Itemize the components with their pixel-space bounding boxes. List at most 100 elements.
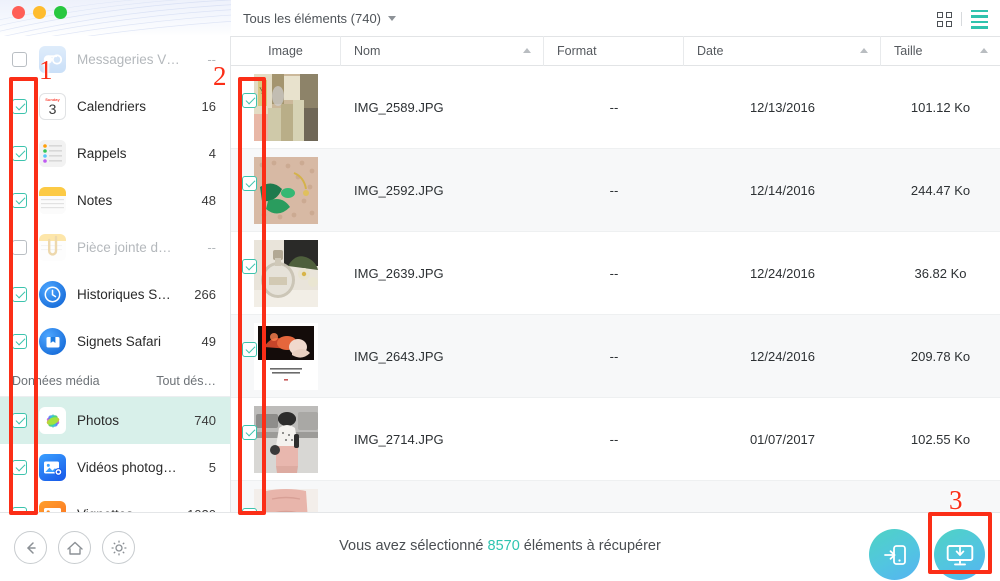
footer-bar: Vous avez sélectionné 8570 éléments à ré… bbox=[0, 512, 1000, 581]
sidebar-checkbox-safari-bookmarks[interactable] bbox=[12, 334, 27, 349]
sidebar-item-count: 48 bbox=[201, 193, 216, 208]
sidebar-item-label: Pièce jointe d… bbox=[77, 240, 172, 255]
main-content-panel: Tous les éléments (740) Image Nom Format… bbox=[231, 0, 1000, 512]
reminders-icon bbox=[39, 140, 66, 167]
table-row[interactable] bbox=[231, 481, 1000, 512]
sidebar-item-calendars[interactable]: Sunday 3 Calendriers 16 bbox=[0, 83, 230, 130]
row-checkbox[interactable] bbox=[242, 425, 257, 440]
column-header-nom[interactable]: Nom bbox=[341, 36, 544, 66]
table-body[interactable]: Y IMG_2589.JPG -- 12/13/2016 101.12 Ko I… bbox=[231, 66, 1000, 512]
sidebar-checkbox-reminders[interactable] bbox=[12, 146, 27, 161]
sidebar-item-photo-videos[interactable]: Vidéos photog… 5 bbox=[0, 444, 230, 491]
sidebar-item-label: Calendriers bbox=[77, 99, 147, 114]
items-filter-label: Tous les éléments (740) bbox=[243, 10, 382, 26]
sidebar-checkbox-photo-videos[interactable] bbox=[12, 460, 27, 475]
items-filter-dropdown[interactable]: Tous les éléments (740) bbox=[243, 10, 397, 26]
row-size: 209.78 Ko bbox=[910, 348, 971, 364]
export-to-device-icon bbox=[883, 544, 906, 565]
sidebar-item-voicemail[interactable]: Messageries V… -- bbox=[0, 36, 230, 83]
status-count: 8570 bbox=[487, 538, 520, 554]
voicemail-icon bbox=[39, 46, 66, 73]
row-date: 12/14/2016 bbox=[749, 182, 816, 198]
export-to-computer-icon bbox=[946, 545, 973, 566]
sidebar-item-safari-history[interactable]: Historiques S… 266 bbox=[0, 271, 230, 318]
row-format: -- bbox=[609, 431, 619, 447]
sidebar-item-label: Photos bbox=[77, 413, 120, 428]
table-row[interactable]: Y IMG_2589.JPG -- 12/13/2016 101.12 Ko bbox=[231, 66, 1000, 149]
row-checkbox[interactable] bbox=[242, 259, 257, 274]
sidebar-item-label: Vidéos photog… bbox=[77, 460, 177, 475]
sidebar-item-reminders[interactable]: Rappels 4 bbox=[0, 130, 230, 177]
row-date: 12/24/2016 bbox=[749, 348, 816, 364]
sidebar-item-count: 740 bbox=[194, 413, 216, 428]
export-to-device-button[interactable] bbox=[869, 529, 920, 580]
thumbnail-image bbox=[254, 156, 318, 224]
row-format: -- bbox=[609, 348, 619, 364]
toolbar-divider bbox=[961, 12, 962, 27]
grid-view-icon[interactable] bbox=[937, 11, 952, 27]
sidebar-item-label: Rappels bbox=[77, 146, 127, 161]
table-row[interactable]: IMG_2639.JPG -- 12/24/2016 36.82 Ko bbox=[231, 232, 1000, 315]
view-mode-toggle[interactable] bbox=[937, 10, 988, 29]
row-name: IMG_2714.JPG bbox=[354, 431, 444, 447]
status-prefix: Vous avez sélectionné bbox=[339, 538, 488, 554]
thumbnails-icon bbox=[39, 501, 66, 512]
sidebar-item-safari-bookmarks[interactable]: Signets Safari 49 bbox=[0, 318, 230, 365]
row-checkbox[interactable] bbox=[242, 93, 257, 108]
column-header-date[interactable]: Date bbox=[684, 36, 881, 66]
export-to-computer-button[interactable] bbox=[934, 529, 985, 580]
sidebar-checkbox-notes[interactable] bbox=[12, 193, 27, 208]
column-header-image[interactable]: Image bbox=[231, 36, 341, 66]
sidebar-item-label: Historiques S… bbox=[77, 287, 171, 302]
sort-ascending-icon bbox=[980, 48, 988, 53]
column-header-taille[interactable]: Taille bbox=[881, 36, 1000, 66]
row-checkbox[interactable] bbox=[242, 342, 257, 357]
sidebar-checkbox-safari-history[interactable] bbox=[12, 287, 27, 302]
photos-icon bbox=[39, 407, 66, 434]
sidebar-group-media: Données média Tout dés… bbox=[0, 365, 230, 397]
sidebar-item-notes[interactable]: Notes 48 bbox=[0, 177, 230, 224]
table-row[interactable]: IMG_2592.JPG -- 12/14/2016 244.47 Ko bbox=[231, 149, 1000, 232]
close-window-button[interactable] bbox=[12, 6, 25, 19]
deselect-all-link[interactable]: Tout dés… bbox=[156, 374, 216, 388]
table-row[interactable]: IMG_2714.JPG -- 01/07/2017 102.55 Ko bbox=[231, 398, 1000, 481]
row-format: -- bbox=[609, 99, 619, 115]
list-view-icon[interactable] bbox=[971, 10, 988, 29]
table-header-row: Image Nom Format Date Taille bbox=[231, 36, 1000, 66]
sidebar-checkbox-attachment[interactable] bbox=[12, 240, 27, 255]
sort-ascending-icon bbox=[523, 48, 531, 53]
row-date: 01/07/2017 bbox=[749, 431, 816, 447]
row-size: 36.82 Ko bbox=[914, 265, 967, 281]
minimize-window-button[interactable] bbox=[33, 6, 46, 19]
calendar-icon: Sunday 3 bbox=[39, 93, 66, 120]
thumbnail-image bbox=[254, 405, 318, 473]
sidebar-item-attachment[interactable]: Pièce jointe d… -- bbox=[0, 224, 230, 271]
thumbnail-image bbox=[254, 322, 318, 390]
sidebar-checkbox-voicemail[interactable] bbox=[12, 52, 27, 67]
sidebar-item-count: 49 bbox=[201, 334, 216, 349]
status-suffix: éléments à récupérer bbox=[519, 538, 661, 554]
window-traffic-lights[interactable] bbox=[12, 6, 67, 19]
sidebar-checkbox-photos[interactable] bbox=[12, 413, 27, 428]
row-name: IMG_2592.JPG bbox=[354, 182, 444, 198]
table-row[interactable]: IMG_2643.JPG -- 12/24/2016 209.78 Ko bbox=[231, 315, 1000, 398]
sidebar-item-thumbnails[interactable]: Vignettes 1020 bbox=[0, 491, 230, 512]
sidebar-item-count: 5 bbox=[208, 460, 216, 475]
selection-status-text: Vous avez sélectionné 8570 éléments à ré… bbox=[0, 538, 1000, 554]
column-header-format[interactable]: Format bbox=[544, 36, 684, 66]
sidebar-item-count: 4 bbox=[208, 146, 216, 161]
application-window: Messageries V… -- Sunday 3 Calendriers 1… bbox=[0, 0, 1000, 581]
row-name: IMG_2639.JPG bbox=[354, 265, 444, 281]
column-header-nom-label: Nom bbox=[354, 44, 381, 58]
sidebar-item-count: -- bbox=[207, 240, 216, 255]
row-size: 102.55 Ko bbox=[910, 431, 971, 447]
sidebar-item-count: -- bbox=[207, 52, 216, 67]
maximize-window-button[interactable] bbox=[54, 6, 67, 19]
row-name: IMG_2643.JPG bbox=[354, 348, 444, 364]
sidebar-item-photos[interactable]: Photos 740 bbox=[0, 397, 230, 444]
sidebar-group-title: Données média bbox=[12, 373, 100, 388]
thumbnail-image bbox=[254, 239, 318, 307]
row-date: 12/13/2016 bbox=[749, 99, 816, 115]
row-checkbox[interactable] bbox=[242, 176, 257, 191]
sidebar-checkbox-calendars[interactable] bbox=[12, 99, 27, 114]
